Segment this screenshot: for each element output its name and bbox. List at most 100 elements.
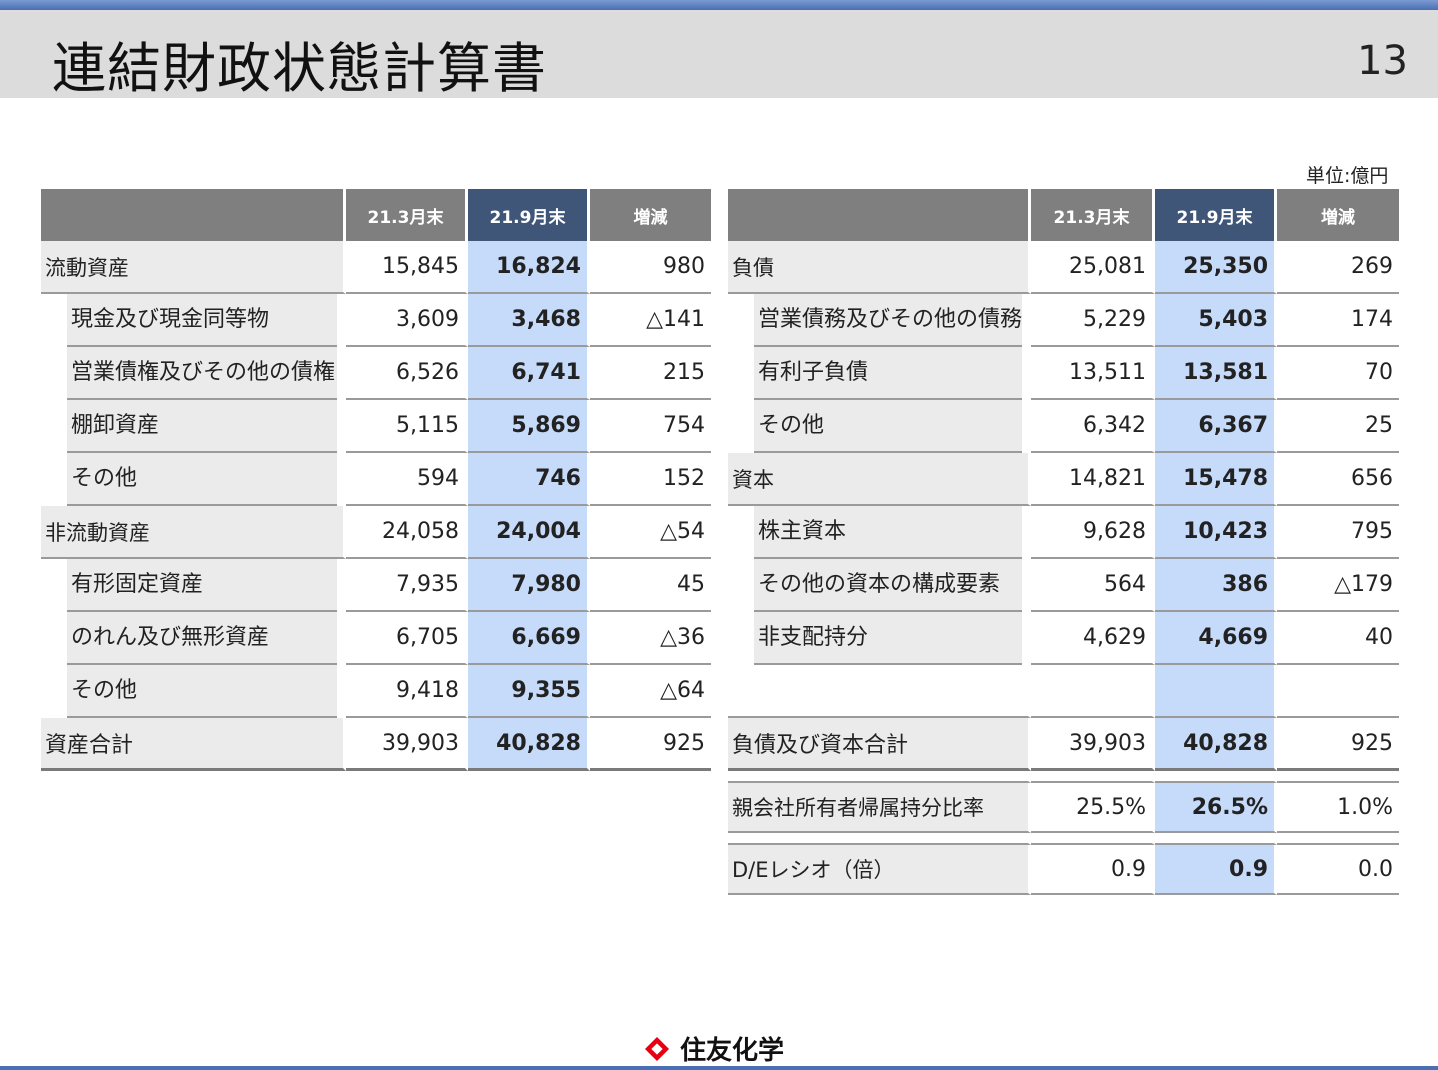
row-label: 非流動資産 [41, 506, 346, 559]
value-diff: 980 [590, 241, 711, 294]
value-prev: 39,903 [346, 718, 468, 771]
header-label-cell [728, 189, 1032, 241]
spacer-cell [1155, 833, 1278, 845]
value-prev: 6,705 [346, 612, 468, 665]
table-row: 有形固定資産 7,935 7,980 45 [41, 559, 711, 612]
value-cur: 0.9 [1155, 845, 1278, 895]
value-prev: 39,903 [1031, 718, 1156, 771]
value-diff: 152 [590, 453, 711, 506]
row-label: 資産合計 [41, 718, 346, 771]
value-prev: 594 [346, 453, 468, 506]
row-label: その他 [754, 400, 1023, 453]
table-row: 営業債務及びその他の債務 5,229 5,403 174 [728, 294, 1400, 347]
value-prev: 564 [1031, 559, 1156, 612]
value-diff: 70 [1277, 347, 1400, 400]
liabilities-table: 21.3月末 21.9月末 増減 負債 25,081 25,350 269 営業債務及び… [728, 189, 1400, 895]
value-cur: 26.5% [1155, 783, 1278, 833]
spacer-cell [1277, 833, 1400, 845]
table-row: その他 9,418 9,355 △64 [41, 665, 711, 718]
value-prev: 3,609 [346, 294, 468, 347]
value-prev: 7,935 [346, 559, 468, 612]
table-row: 非支配持分 4,629 4,669 40 [728, 612, 1400, 665]
assets-header-row: 21.3月末 21.9月末 増減 [41, 189, 711, 241]
row-label [728, 665, 1032, 718]
row-label-cell: 営業債権及びその他の債権 [41, 347, 346, 400]
table-row: 現金及び現金同等物 3,609 3,468 △141 [41, 294, 711, 347]
spacer-row [728, 833, 1400, 845]
value-diff: △64 [590, 665, 711, 718]
value-prev: 6,526 [346, 347, 468, 400]
row-label: 負債及び資本合計 [728, 718, 1032, 771]
row-label-cell: 非支配持分 [728, 612, 1032, 665]
value-diff: 174 [1277, 294, 1400, 347]
company-name: 住友化学 [680, 1036, 785, 1066]
header-diff: 増減 [590, 189, 711, 241]
value-prev: 0.9 [1031, 845, 1156, 895]
value-diff: 269 [1277, 241, 1400, 294]
value-cur: 5,403 [1155, 294, 1278, 347]
value-prev: 15,845 [346, 241, 468, 294]
row-label-cell: のれん及び無形資産 [41, 612, 346, 665]
spacer-cell [728, 833, 1032, 845]
value-cur: 13,581 [1155, 347, 1278, 400]
value-cur: 4,669 [1155, 612, 1278, 665]
row-label: 負債 [728, 241, 1032, 294]
value-diff: 0.0 [1277, 845, 1400, 895]
top-accent-bar [0, 0, 1438, 10]
row-label-cell: 現金及び現金同等物 [41, 294, 346, 347]
value-diff: 40 [1277, 612, 1400, 665]
value-cur: 40,828 [1155, 718, 1278, 771]
row-label-cell: その他 [728, 400, 1032, 453]
value-diff: △36 [590, 612, 711, 665]
table-row: 流動資産 15,845 16,824 980 [41, 241, 711, 294]
value-cur: 6,367 [1155, 400, 1278, 453]
header-label-cell [41, 189, 346, 241]
value-diff: △141 [590, 294, 711, 347]
value-prev [1031, 665, 1156, 718]
spacer-cell [728, 771, 1032, 783]
row-label-cell: 有利子負債 [728, 347, 1032, 400]
table-row: 資本 14,821 15,478 656 [728, 453, 1400, 506]
spacer-cell [1031, 833, 1156, 845]
header-cur: 21.9月末 [468, 189, 590, 241]
row-label-cell: 有形固定資産 [41, 559, 346, 612]
ratio-label: 親会社所有者帰属持分比率 [728, 783, 1032, 833]
value-prev: 25.5% [1031, 783, 1156, 833]
table-row: 負債及び資本合計 39,903 40,828 925 [728, 718, 1400, 771]
value-cur: 16,824 [468, 241, 590, 294]
value-prev: 24,058 [346, 506, 468, 559]
ratio-row: D/Eレシオ（倍） 0.9 0.9 0.0 [728, 845, 1400, 895]
header-cur: 21.9月末 [1155, 189, 1278, 241]
table-row: その他の資本の構成要素 564 386 △179 [728, 559, 1400, 612]
spacer-row [728, 771, 1400, 783]
value-prev: 9,418 [346, 665, 468, 718]
value-cur: 15,478 [1155, 453, 1278, 506]
table-row: 棚卸資産 5,115 5,869 754 [41, 400, 711, 453]
row-label-cell: 棚卸資産 [41, 400, 346, 453]
value-diff: 215 [590, 347, 711, 400]
value-cur: 3,468 [468, 294, 590, 347]
ratio-label: D/Eレシオ（倍） [728, 845, 1032, 895]
value-diff: 25 [1277, 400, 1400, 453]
table-row: のれん及び無形資産 6,705 6,669 △36 [41, 612, 711, 665]
page-number: 13 [1357, 38, 1408, 84]
table-row: 営業債権及びその他の債権 6,526 6,741 215 [41, 347, 711, 400]
value-diff [1277, 665, 1400, 718]
value-prev: 5,115 [346, 400, 468, 453]
page-title: 連結財政状態計算書 [52, 37, 547, 100]
row-label: のれん及び無形資産 [67, 612, 337, 665]
value-prev: 14,821 [1031, 453, 1156, 506]
row-label: その他の資本の構成要素 [754, 559, 1023, 612]
value-diff: 45 [590, 559, 711, 612]
row-label: 営業債権及びその他の債権 [67, 347, 337, 400]
value-prev: 9,628 [1031, 506, 1156, 559]
value-cur: 10,423 [1155, 506, 1278, 559]
sumitomo-igeta-icon [645, 1036, 669, 1061]
header-prev: 21.3月末 [1031, 189, 1156, 241]
value-diff: △54 [590, 506, 711, 559]
spacer-cell [1155, 771, 1278, 783]
page-header: 連結財政状態計算書 13 [0, 10, 1438, 100]
table-row: その他 6,342 6,367 25 [728, 400, 1400, 453]
row-label-cell: その他の資本の構成要素 [728, 559, 1032, 612]
value-cur: 9,355 [468, 665, 590, 718]
